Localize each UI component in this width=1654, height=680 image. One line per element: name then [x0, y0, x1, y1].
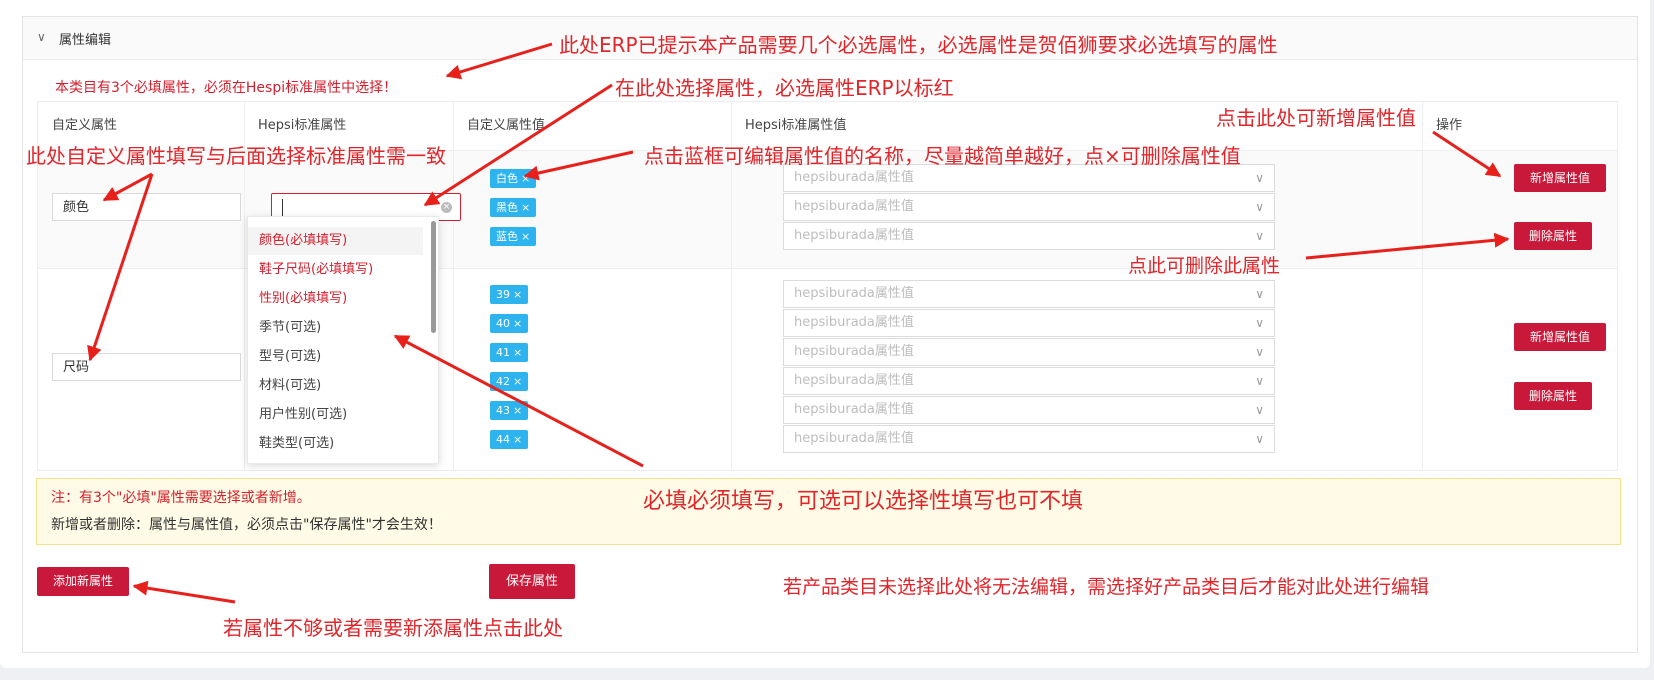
dropdown-option[interactable]: 用户性别(可选): [248, 401, 423, 429]
standard-value-select[interactable]: hepsiburada属性值 ∨: [783, 367, 1275, 395]
delete-attr-button[interactable]: 删除属性: [1514, 382, 1592, 410]
dropdown-option[interactable]: 鞋子尺码(必填填写): [248, 256, 423, 284]
value-tag[interactable]: 44 ×: [490, 430, 529, 449]
annotation-erp-hint: 此处ERP已提示本产品需要几个必选属性，必选属性是贺佰狮要求必选填写的属性: [559, 33, 1278, 57]
chevron-down-icon: ∨: [1255, 229, 1264, 243]
dropdown-option[interactable]: 鞋类型(可选): [248, 430, 423, 458]
value-tag[interactable]: 41 ×: [490, 343, 529, 362]
close-icon[interactable]: ×: [513, 346, 522, 359]
select-placeholder: hepsiburada属性值: [794, 315, 914, 330]
annotation-edit-tag: 点击蓝框可编辑属性值的名称，尽量越简单越好，点×可删除属性值: [644, 144, 1241, 168]
chevron-down-icon: ∨: [1255, 403, 1264, 417]
standard-value-select[interactable]: hepsiburada属性值 ∨: [783, 425, 1275, 453]
dropdown-option[interactable]: 型号(可选): [248, 343, 423, 371]
select-placeholder: hepsiburada属性值: [794, 373, 914, 388]
select-placeholder: hepsiburada属性值: [794, 170, 914, 185]
chevron-down-icon: ∨: [1255, 345, 1264, 359]
select-placeholder: hepsiburada属性值: [794, 431, 914, 446]
clear-icon[interactable]: ×: [441, 202, 452, 213]
chevron-down-icon: ∨: [1255, 200, 1264, 214]
annotation-add-value: 点击此处可新增属性值: [1216, 106, 1416, 130]
tag-label: 41: [496, 346, 510, 359]
text-caret: [282, 199, 283, 216]
annotation-custom-consistent: 此处自定义属性填写与后面选择标准属性需一致: [26, 144, 446, 168]
add-value-button[interactable]: 新增属性值: [1514, 164, 1606, 192]
dropdown-option[interactable]: 颜色(必填填写): [248, 227, 423, 255]
header-actions: 操作: [1436, 118, 1463, 133]
value-tag[interactable]: 42 ×: [490, 372, 529, 391]
value-tag[interactable]: 黑色 ×: [490, 198, 537, 217]
delete-attr-button[interactable]: 删除属性: [1514, 222, 1592, 250]
value-tag[interactable]: 43 ×: [490, 401, 529, 420]
tag-label: 44: [496, 433, 510, 446]
notice-line-2: 新增或者删除：属性与属性值，必须点击"保存属性"才会生效！: [51, 517, 442, 533]
dropdown-option[interactable]: 性别(必填填写): [248, 285, 423, 313]
chevron-down-icon: ∨: [1255, 316, 1264, 330]
standard-value-select[interactable]: hepsiburada属性值 ∨: [783, 396, 1275, 424]
standard-value-select[interactable]: hepsiburada属性值 ∨: [783, 309, 1275, 337]
close-icon[interactable]: ×: [521, 230, 530, 243]
panel-title: 属性编辑: [59, 33, 112, 48]
add-value-button[interactable]: 新增属性值: [1514, 323, 1606, 351]
chevron-down-icon: ∨: [1255, 171, 1264, 185]
close-icon[interactable]: ×: [513, 317, 522, 330]
add-attr-button[interactable]: 添加新属性: [37, 567, 129, 596]
select-placeholder: hepsiburada属性值: [794, 344, 914, 359]
scrollbar-thumb[interactable]: [431, 221, 436, 333]
close-icon[interactable]: ×: [521, 172, 530, 185]
annotation-add-attr: 若属性不够或者需要新添属性点击此处: [223, 616, 563, 640]
standard-value-select[interactable]: hepsiburada属性值 ∨: [783, 338, 1275, 366]
close-icon[interactable]: ×: [513, 375, 522, 388]
value-tag[interactable]: 白色 ×: [490, 169, 537, 188]
annotation-category: 若产品类目未选择此处将无法编辑，需选择好产品类目后才能对此处进行编辑: [783, 576, 1430, 598]
dropdown-option[interactable]: 材料(可选): [248, 372, 423, 400]
chevron-down-icon: ∨: [1255, 287, 1264, 301]
value-tag[interactable]: 39 ×: [490, 285, 529, 304]
standard-value-select[interactable]: hepsiburada属性值 ∨: [783, 280, 1275, 308]
tag-label: 白色: [496, 172, 518, 185]
close-icon[interactable]: ×: [513, 433, 522, 446]
chevron-down-icon: ∨: [1255, 432, 1264, 446]
custom-attr-input[interactable]: 颜色: [52, 193, 241, 221]
annotation-select-here: 在此处选择属性，必选属性ERP以标红: [615, 76, 954, 100]
save-attr-button[interactable]: 保存属性: [489, 564, 575, 599]
close-icon[interactable]: ×: [521, 201, 530, 214]
standard-attr-dropdown: 颜色(必填填写) 鞋子尺码(必填填写) 性别(必填填写) 季节(可选) 型号(可…: [247, 216, 439, 464]
tag-label: 黑色: [496, 201, 518, 214]
value-tag[interactable]: 蓝色 ×: [490, 227, 537, 246]
close-icon[interactable]: ×: [513, 288, 522, 301]
close-icon[interactable]: ×: [513, 404, 522, 417]
standard-value-select[interactable]: hepsiburada属性值 ∨: [783, 193, 1275, 221]
required-warning: 本类目有3个必填属性，必须在Hespi标准属性中选择！: [55, 80, 398, 96]
select-placeholder: hepsiburada属性值: [794, 402, 914, 417]
select-placeholder: hepsiburada属性值: [794, 286, 914, 301]
chevron-down-icon[interactable]: ∨: [37, 30, 46, 44]
tag-label: 43: [496, 404, 510, 417]
custom-attr-input[interactable]: 尺码: [52, 353, 241, 381]
select-placeholder: hepsiburada属性值: [794, 228, 914, 243]
tag-label: 蓝色: [496, 230, 518, 243]
select-placeholder: hepsiburada属性值: [794, 199, 914, 214]
notice-line-1: 注：有3个"必填"属性需要选择或者新增。: [51, 490, 311, 506]
tag-label: 42: [496, 375, 510, 388]
column-divider: [1422, 102, 1423, 470]
tag-label: 40: [496, 317, 510, 330]
column-divider: [453, 102, 454, 470]
tag-label: 39: [496, 288, 510, 301]
value-tag[interactable]: 40 ×: [490, 314, 529, 333]
annotation-required-optional: 必填必须填写，可选可以选择性填写也可不填: [643, 489, 1084, 514]
annotation-delete: 点此可删除此属性: [1128, 255, 1281, 277]
standard-value-select[interactable]: hepsiburada属性值 ∨: [783, 222, 1275, 250]
dropdown-option[interactable]: 季节(可选): [248, 314, 423, 342]
chevron-down-icon: ∨: [1255, 374, 1264, 388]
